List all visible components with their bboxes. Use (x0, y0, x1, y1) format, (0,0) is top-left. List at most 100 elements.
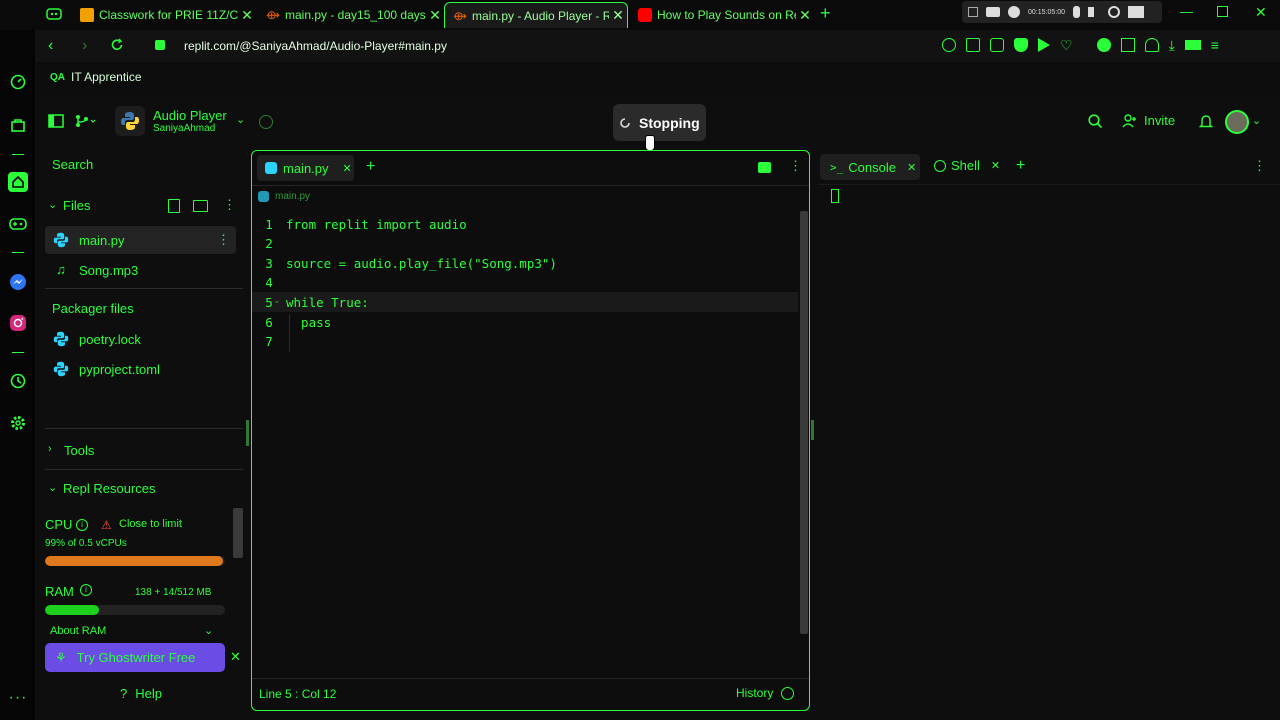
tools-section[interactable]: Tools (64, 443, 94, 458)
webcam-icon[interactable] (1107, 6, 1120, 18)
console-cursor[interactable] (831, 189, 839, 203)
window-icon[interactable] (1127, 6, 1144, 18)
repl-owner[interactable]: SaniyaAhmad (153, 123, 215, 134)
files-more-icon[interactable]: ⋮ (223, 197, 236, 213)
close-tab-icon[interactable]: ✕ (796, 7, 814, 24)
editor-scrollbar[interactable] (800, 211, 808, 634)
ghostwriter-button[interactable]: ⚘ Try Ghostwriter Free (45, 643, 225, 672)
invite-button[interactable]: Invite (1122, 113, 1175, 128)
new-folder-icon[interactable] (193, 200, 208, 212)
resources-scrollbar[interactable] (233, 508, 243, 558)
more-dots-icon[interactable]: ··· (8, 688, 28, 708)
toggle-sidebar-icon[interactable] (48, 114, 64, 128)
resources-chevron-icon[interactable]: ⌄ (48, 481, 57, 494)
battery-icon[interactable] (1184, 40, 1201, 50)
record-icon[interactable] (1008, 6, 1020, 18)
code-area[interactable]: 1 from replit import audio 2 3 source = au… (252, 213, 798, 693)
vpn-shield-icon[interactable] (1014, 38, 1028, 52)
emoji-icon[interactable] (942, 38, 956, 52)
tab-how-to-play-sounds[interactable]: How to Play Sounds on Rep ✕ (630, 2, 814, 28)
files-section-title[interactable]: Files (63, 198, 90, 213)
extension-a-icon[interactable] (1096, 38, 1111, 52)
close-tab-icon[interactable]: ✕ (609, 7, 627, 24)
dismiss-ghostwriter-icon[interactable]: ✕ (230, 649, 241, 665)
git-branch-icon[interactable] (74, 114, 96, 128)
console-more-icon[interactable]: ⋮ (1253, 158, 1266, 174)
heart-icon[interactable]: ♡ (1060, 38, 1073, 52)
python-language-icon[interactable] (115, 106, 145, 136)
editor-more-icon[interactable]: ⋮ (789, 158, 802, 174)
close-editor-tab-icon[interactable]: ✕ (343, 162, 352, 175)
cube-icon[interactable] (1120, 38, 1135, 52)
fold-chevron-icon[interactable]: ⌄ (273, 295, 281, 306)
breadcrumb[interactable]: main.py (258, 191, 310, 202)
ram-info-icon[interactable]: i (80, 584, 92, 596)
history-clock-icon[interactable] (8, 371, 28, 391)
stop-run-button[interactable]: Stopping (613, 104, 706, 141)
send-icon[interactable] (1038, 38, 1050, 52)
file-item-poetry-lock[interactable]: poetry.lock (45, 325, 235, 353)
about-ram-chevron-icon[interactable]: ⌄ (204, 624, 213, 637)
new-file-icon[interactable] (168, 199, 180, 213)
close-console-tab-icon[interactable]: ✕ (907, 161, 916, 174)
back-icon[interactable]: ‹ (48, 37, 53, 55)
home-icon[interactable] (8, 172, 28, 192)
close-tab-icon[interactable]: ✕ (426, 7, 444, 24)
add-console-tab-icon[interactable]: + (1016, 157, 1025, 175)
download-icon[interactable]: ⤓ (1169, 38, 1175, 52)
maximize-icon[interactable] (1217, 6, 1228, 17)
file-item-song-mp3[interactable]: ♫ Song.mp3 (45, 256, 235, 284)
avatar[interactable] (1225, 110, 1249, 134)
menu-icon[interactable]: ≡ (1211, 38, 1219, 52)
editor-tab-main-py[interactable]: main.py ✕ (257, 155, 354, 181)
close-shell-tab-icon[interactable]: ✕ (991, 159, 1000, 172)
crop-icon[interactable] (968, 7, 978, 17)
pane-resize-handle[interactable] (811, 420, 814, 440)
file-item-main-py[interactable]: main.py ⋮ (45, 226, 236, 254)
tab-classwork[interactable]: Classwork for PRIE 11Z/C(1 ✕ (72, 2, 256, 28)
speaker-icon[interactable] (1087, 7, 1100, 17)
bag-icon[interactable] (8, 115, 28, 135)
tab-shell[interactable]: Shell ✕ (934, 158, 1000, 173)
snapshot-icon[interactable] (990, 38, 1004, 52)
file-item-pyproject-toml[interactable]: pyproject.toml (45, 355, 235, 383)
tab-audio-player[interactable]: ⟴ main.py - Audio Player - Re ✕ (444, 2, 628, 28)
tools-chevron-right-icon[interactable]: › (48, 443, 52, 455)
cpu-info-icon[interactable]: i (76, 519, 88, 531)
settings-gear-icon[interactable] (8, 413, 28, 433)
bookmark-it-apprentice[interactable]: QA IT Apprentice (50, 70, 142, 84)
repl-name[interactable]: Audio Player (153, 108, 227, 123)
about-ram-link[interactable]: About RAM (50, 625, 106, 637)
editor-layout-icon[interactable] (758, 162, 771, 173)
avatar-chevron-down-icon[interactable]: ⌄ (1252, 114, 1261, 127)
add-tab-icon[interactable]: + (366, 158, 375, 176)
mic-icon[interactable] (1072, 6, 1080, 18)
search-files-input[interactable]: Search (52, 157, 93, 172)
profile-icon[interactable] (1144, 38, 1159, 52)
help-button[interactable]: ? Help (120, 686, 162, 701)
lock-icon[interactable] (155, 40, 165, 50)
close-window-icon[interactable]: ✕ (1255, 4, 1267, 21)
repl-chevron-down-icon[interactable]: ⌄ (236, 113, 245, 126)
instagram-icon[interactable] (8, 313, 28, 333)
speed-dial-icon[interactable] (8, 72, 28, 92)
url-field[interactable]: replit.com/@SaniyaAhmad/Audio-Player#mai… (184, 39, 447, 53)
share-icon[interactable] (966, 38, 980, 52)
camera-icon[interactable] (986, 7, 1000, 17)
tab-menu-icon[interactable] (46, 7, 62, 21)
new-tab-button[interactable]: + (820, 3, 831, 24)
history-button[interactable]: History (736, 686, 795, 700)
gamepad-icon[interactable] (8, 214, 28, 234)
notification-bell-icon[interactable] (1199, 114, 1213, 129)
tab-console[interactable]: >_ Console ✕ (820, 154, 920, 180)
sidebar-resize-handle[interactable] (246, 420, 249, 446)
tab-day15[interactable]: ⟴ main.py - day15_100 days ✕ (258, 2, 444, 28)
forward-icon[interactable]: › (82, 37, 87, 55)
messenger-icon[interactable] (8, 272, 28, 292)
search-icon[interactable] (1088, 114, 1103, 129)
repl-resources-title[interactable]: Repl Resources (63, 481, 156, 496)
close-tab-icon[interactable]: ✕ (238, 7, 256, 24)
minimize-icon[interactable]: — (1180, 4, 1193, 19)
reload-icon[interactable] (110, 38, 124, 52)
file-more-icon[interactable]: ⋮ (217, 232, 230, 248)
